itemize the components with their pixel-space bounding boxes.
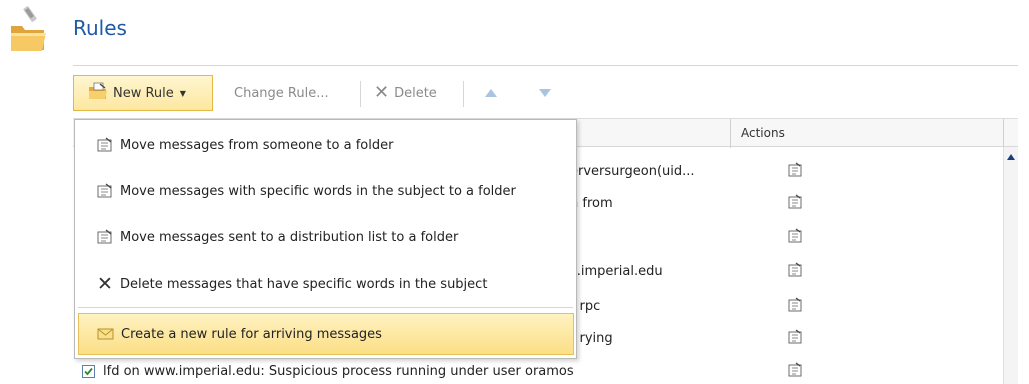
rule-action-icon xyxy=(787,162,803,178)
menu-item-label: Create a new rule for arriving messages xyxy=(121,326,382,342)
delete-x-icon: ✕ xyxy=(374,82,390,103)
toolbar-separator xyxy=(463,81,464,107)
move-up-button[interactable] xyxy=(484,75,498,111)
move-up-icon xyxy=(485,89,497,97)
menu-item-move-distribution-list[interactable]: Move messages sent to a distribution lis… xyxy=(75,219,576,255)
change-rule-button[interactable]: Change Rule... xyxy=(234,75,329,111)
move-to-folder-icon xyxy=(95,228,115,246)
vertical-scrollbar[interactable] xyxy=(1003,147,1018,384)
menu-item-move-from-someone[interactable]: Move messages from someone to a folder xyxy=(75,127,576,163)
envelope-icon xyxy=(96,325,116,343)
move-down-icon xyxy=(539,89,551,97)
new-rule-button[interactable]: New Rule ▼ xyxy=(73,75,213,111)
rule-name: lfd on www.imperial.edu: Suspicious proc… xyxy=(103,364,574,379)
menu-item-label: Delete messages that have specific words… xyxy=(120,276,488,292)
page-title: Rules xyxy=(73,16,127,40)
column-divider[interactable] xyxy=(730,119,731,148)
new-rule-label: New Rule xyxy=(113,85,174,101)
toolbar: New Rule ▼ Change Rule... ✕ Delete xyxy=(73,73,1018,113)
header-divider xyxy=(73,65,1018,66)
rule-action-icon xyxy=(787,262,803,278)
scroll-up-arrow-icon[interactable] xyxy=(1007,154,1015,160)
rule-name: s.imperial.edu xyxy=(570,264,663,279)
column-header-actions[interactable]: Actions xyxy=(741,126,785,140)
folder-rules-icon xyxy=(8,4,48,54)
rule-action-icon xyxy=(787,194,803,210)
rule-action-icon xyxy=(787,297,803,313)
menu-item-delete-specific-words[interactable]: ✕ Delete messages that have specific wor… xyxy=(75,266,576,302)
menu-item-label: Move messages with specific words in the… xyxy=(120,183,516,199)
rule-action-icon xyxy=(787,329,803,345)
toolbar-separator xyxy=(360,81,361,107)
delete-x-icon: ✕ xyxy=(97,272,113,295)
move-down-button[interactable] xyxy=(538,75,552,111)
menu-divider xyxy=(78,307,573,308)
rule-name: erversurgeon(uid... xyxy=(570,164,695,179)
menu-item-move-specific-words[interactable]: Move messages with specific words in the… xyxy=(75,173,576,209)
table-row[interactable]: lfd on www.imperial.edu: Suspicious proc… xyxy=(73,356,1003,384)
column-divider[interactable] xyxy=(1003,119,1004,148)
rule-action-icon xyxy=(787,362,803,378)
chevron-down-icon[interactable]: ▼ xyxy=(180,89,186,98)
rule-action-icon xyxy=(787,228,803,244)
delete-label: Delete xyxy=(394,85,437,101)
new-rule-dropdown-menu: Move messages from someone to a folder M… xyxy=(74,119,577,359)
menu-item-create-new-rule[interactable]: Create a new rule for arriving messages xyxy=(78,313,574,355)
menu-item-label: Move messages from someone to a folder xyxy=(120,137,394,153)
move-to-folder-icon xyxy=(95,136,115,154)
menu-item-label: Move messages sent to a distribution lis… xyxy=(120,229,459,245)
delete-button[interactable]: ✕ Delete xyxy=(374,75,437,111)
move-to-folder-icon xyxy=(95,182,115,200)
rule-enabled-checkbox[interactable] xyxy=(82,365,95,378)
new-rule-icon xyxy=(88,82,108,104)
